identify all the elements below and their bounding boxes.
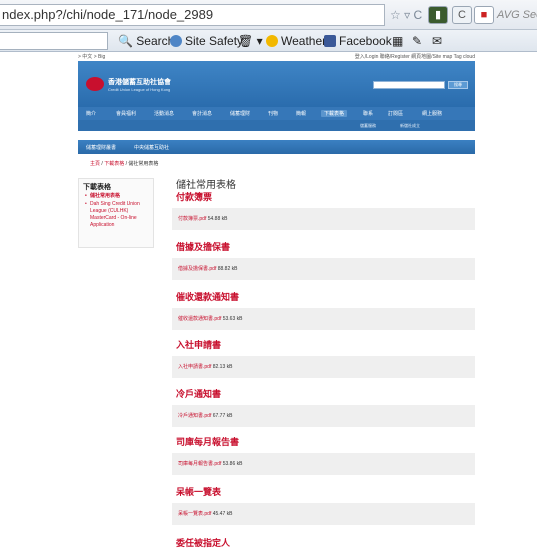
site-header: 香港儲蓄互助社協會 Credit Union League of Hong Ko… — [78, 61, 475, 107]
account-links[interactable]: 登入/Login 聯絡/Register 網頁地圖/Site map Tag c… — [355, 53, 475, 60]
avg-icon[interactable]: ■ — [474, 6, 494, 24]
file-link-row: 付款簿票.pdf 54.88 kB — [178, 215, 227, 222]
secondary-nav: 儲蓄理財叢書 中央儲蓄互助社 — [78, 140, 475, 154]
nav-item[interactable]: 活動消息 — [154, 110, 174, 117]
breadcrumb-current: 儲社常用表格 — [128, 161, 159, 167]
file-size: 67.77 kB — [212, 413, 233, 419]
pdf-link[interactable]: 入社申請書.pdf — [178, 364, 211, 370]
nav-item-active[interactable]: 下載表格 — [321, 110, 348, 117]
toolbar-search-input[interactable] — [0, 32, 108, 50]
toolbar-facebook[interactable]: Facebook — [324, 33, 392, 49]
top-links: > 中文 > Big 登入/Login 聯絡/Register 網頁地圖/Sit… — [78, 53, 475, 61]
breadcrumb-downloads[interactable]: 下載表格 — [104, 161, 124, 167]
sidebar-item-mastercard[interactable]: Dah Sing Credit Union League (CULHK) Mas… — [85, 201, 153, 229]
pdf-link[interactable]: 借據及擔保書.pdf — [178, 266, 216, 272]
section-heading: 付款簿票 — [176, 192, 213, 202]
file-box: 借據及擔保書.pdf 88.82 kB — [172, 258, 475, 280]
section-heading: 司庫每月報告書 — [176, 437, 240, 447]
sub-nav: 儲蓄服務 新儲社成立 — [78, 120, 475, 131]
pdf-link[interactable]: 呆帳一覽表.pdf — [178, 511, 211, 517]
toolbar-weather[interactable]: Weather — [266, 33, 326, 49]
page-title: 儲社常用表格 — [176, 180, 236, 191]
toolbar-trash-menu[interactable]: 🗑 ▾ — [238, 33, 263, 49]
main-nav: 簡介 會員福利 活動消息 會計消息 儲蓄理財 刊物 簡報 下載表格 聯系 訂閱區… — [78, 107, 475, 120]
sidebar-title: 下載表格 — [83, 184, 111, 191]
trash-icon: 🗑 — [238, 34, 254, 48]
magnifier-icon: 🔍 — [118, 34, 133, 48]
file-link-row: 司庫每月報告書.pdf 53.86 kB — [178, 460, 242, 467]
nav-item[interactable]: 刊物 — [268, 110, 278, 117]
web-page: > 中文 > Big 登入/Login 聯絡/Register 網頁地圖/Sit… — [0, 53, 537, 548]
sidebar: 下載表格 儲社常用表格 Dah Sing Credit Union League… — [78, 178, 154, 248]
pdf-link[interactable]: 催收還款通知書.pdf — [178, 316, 221, 322]
file-size: 54.88 kB — [207, 216, 228, 222]
pdf-link[interactable]: 冷戶通知書.pdf — [178, 413, 211, 419]
section-heading: 催收還款通知書 — [176, 292, 240, 302]
section-heading: 委任被指定人 — [176, 538, 231, 548]
toolbar-site-safety[interactable]: Site Safety — [170, 33, 243, 49]
file-box: 呆帳一覽表.pdf 45.47 kB — [172, 503, 475, 525]
nav-item[interactable]: 會計消息 — [192, 110, 212, 117]
nav-item[interactable]: 會員福利 — [116, 110, 136, 117]
browser-toolbar: 🔍 Search Site Safety 🗑 ▾ Weather Faceboo… — [0, 30, 537, 52]
language-links[interactable]: > 中文 > Big — [78, 53, 105, 60]
subnav-item[interactable]: 新儲社成立 — [400, 123, 420, 129]
site-name[interactable]: 香港儲蓄互助社協會 — [108, 77, 171, 87]
file-size: 45.47 kB — [212, 511, 233, 517]
site-search-input[interactable] — [373, 81, 445, 89]
section-heading: 入社申請書 — [176, 340, 222, 350]
url-field[interactable]: ndex.php?/chi/node_171/node_2989 — [0, 4, 385, 26]
file-box: 催收還款通知書.pdf 53.63 kB — [172, 308, 475, 330]
nav-item[interactable]: 聯系 — [363, 110, 373, 117]
section-heading: 借據及擔保書 — [176, 242, 231, 252]
nav-item[interactable]: 儲蓄理財 — [230, 110, 250, 117]
file-size: 53.63 kB — [222, 316, 243, 322]
secondary-nav-item[interactable]: 儲蓄理財叢書 — [86, 144, 116, 151]
file-box: 司庫每月報告書.pdf 53.86 kB — [172, 453, 475, 475]
edit-icon[interactable]: ✎ — [412, 33, 422, 49]
pdf-link[interactable]: 司庫每月報告書.pdf — [178, 461, 221, 467]
sidebar-list: 儲社常用表格 Dah Sing Credit Union League (CUL… — [85, 193, 153, 230]
file-box: 入社申請書.pdf 82.13 kB — [172, 356, 475, 378]
mail-icon[interactable]: ✉ — [432, 33, 442, 49]
bookmark-star-icon[interactable]: ☆ ▿ C — [390, 8, 422, 22]
nav-item[interactable]: 訂閱區 — [388, 110, 403, 117]
file-link-row: 呆帳一覽表.pdf 45.47 kB — [178, 510, 232, 517]
site-search-button[interactable]: 搜尋 — [448, 81, 468, 89]
subnav-item[interactable]: 儲蓄服務 — [360, 123, 376, 129]
file-size: 53.86 kB — [222, 461, 243, 467]
avg-search-label[interactable]: AVG Secu — [497, 9, 537, 21]
section-heading: 呆帳一覽表 — [176, 487, 222, 497]
weather-icon — [266, 35, 278, 47]
sidebar-item-common-forms[interactable]: 儲社常用表格 — [85, 193, 153, 200]
toolbar-search-button[interactable]: 🔍 Search — [118, 33, 174, 49]
file-size: 82.13 kB — [212, 364, 233, 370]
file-link-row: 冷戶通知書.pdf 67.77 kB — [178, 412, 232, 419]
reload-icon[interactable]: C — [452, 6, 472, 24]
site-english-name: Credit Union League of Hong Kong — [108, 87, 171, 92]
address-bar: ndex.php?/chi/node_171/node_2989 ☆ ▿ C ▮… — [0, 0, 537, 30]
facebook-icon — [324, 35, 336, 47]
secondary-nav-item[interactable]: 中央儲蓄互助社 — [134, 144, 169, 151]
file-link-row: 入社申請書.pdf 82.13 kB — [178, 363, 232, 370]
file-link-row: 催收還款通知書.pdf 53.63 kB — [178, 315, 242, 322]
breadcrumb-home[interactable]: 主頁 — [90, 161, 100, 167]
file-box: 冷戶通知書.pdf 67.77 kB — [172, 405, 475, 427]
pdf-link[interactable]: 付款簿票.pdf — [178, 216, 206, 222]
nav-item[interactable]: 簡報 — [296, 110, 306, 117]
file-size: 88.82 kB — [217, 266, 238, 272]
site-safety-icon — [170, 35, 182, 47]
calendar-icon[interactable]: ▦ — [392, 33, 403, 49]
culhk-logo-icon[interactable] — [86, 77, 104, 91]
addon-icon[interactable]: ▮ — [428, 6, 448, 24]
breadcrumb: 主頁 / 下載表格 / 儲社常用表格 — [90, 160, 158, 167]
nav-item[interactable]: 簡介 — [86, 110, 96, 117]
nav-item[interactable]: 網上服務 — [422, 110, 442, 117]
section-heading: 冷戶通知書 — [176, 389, 222, 399]
file-box: 付款簿票.pdf 54.88 kB — [172, 208, 475, 230]
file-link-row: 借據及擔保書.pdf 88.82 kB — [178, 265, 237, 272]
